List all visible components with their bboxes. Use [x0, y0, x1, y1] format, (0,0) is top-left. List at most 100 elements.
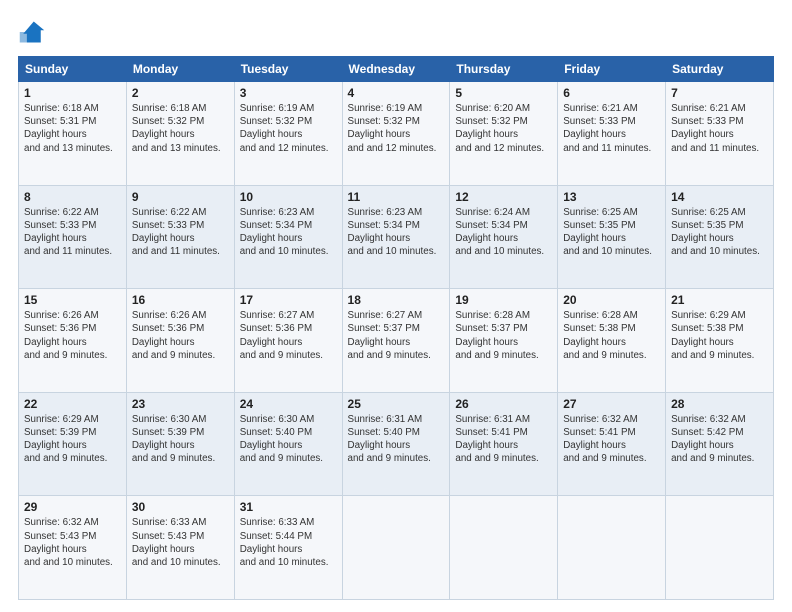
day-info: Sunrise: 6:33 AMSunset: 5:43 PMDaylight … [132, 516, 229, 569]
weekday-header-tuesday: Tuesday [234, 57, 342, 82]
weekday-header-wednesday: Wednesday [342, 57, 450, 82]
calendar-cell: 24Sunrise: 6:30 AMSunset: 5:40 PMDayligh… [234, 392, 342, 496]
calendar-cell: 19 Sunrise: 6:28 AMSunset: 5:37 PMDayligh… [450, 289, 558, 393]
calendar-cell: 25Sunrise: 6:31 AMSunset: 5:40 PMDayligh… [342, 392, 450, 496]
calendar-cell: 20 Sunrise: 6:28 AMSunset: 5:38 PMDayligh… [558, 289, 666, 393]
day-number: 23 [132, 397, 229, 411]
calendar-cell [342, 496, 450, 600]
day-number: 11 [348, 190, 445, 204]
calendar-week-row: 22 Sunrise: 6:29 AMSunset: 5:39 PMDayligh… [19, 392, 774, 496]
day-number: 13 [563, 190, 660, 204]
day-number: 8 [24, 190, 121, 204]
day-number: 10 [240, 190, 337, 204]
calendar-cell: 27 Sunrise: 6:32 AMSunset: 5:41 PMDayligh… [558, 392, 666, 496]
day-number: 20 [563, 293, 660, 307]
calendar-header-row: SundayMondayTuesdayWednesdayThursdayFrid… [19, 57, 774, 82]
calendar-cell: 23Sunrise: 6:30 AMSunset: 5:39 PMDayligh… [126, 392, 234, 496]
logo-icon [18, 18, 46, 46]
weekday-header-monday: Monday [126, 57, 234, 82]
day-number: 7 [671, 86, 768, 100]
day-info: Sunrise: 6:29 AMSunset: 5:39 PMDaylight … [24, 413, 121, 466]
day-number: 17 [240, 293, 337, 307]
calendar-cell [558, 496, 666, 600]
weekday-header-thursday: Thursday [450, 57, 558, 82]
day-info: Sunrise: 6:25 AMSunset: 5:35 PMDaylight … [563, 206, 660, 259]
calendar-cell: 10 Sunrise: 6:23 AMSunset: 5:34 PMDayligh… [234, 185, 342, 289]
calendar-cell [666, 496, 774, 600]
calendar-cell: 6Sunrise: 6:21 AMSunset: 5:33 PMDaylight… [558, 82, 666, 186]
calendar-cell: 11 Sunrise: 6:23 AMSunset: 5:34 PMDayligh… [342, 185, 450, 289]
day-info: Sunrise: 6:27 AMSunset: 5:36 PMDaylight … [240, 309, 337, 362]
calendar-cell: 8 Sunrise: 6:22 AMSunset: 5:33 PMDaylight… [19, 185, 127, 289]
weekday-header-sunday: Sunday [19, 57, 127, 82]
day-number: 29 [24, 500, 121, 514]
day-info: Sunrise: 6:32 AMSunset: 5:42 PMDaylight … [671, 413, 768, 466]
day-number: 19 [455, 293, 552, 307]
day-info: Sunrise: 6:22 AMSunset: 5:33 PMDaylight … [132, 206, 229, 259]
calendar-cell: 1Sunrise: 6:18 AMSunset: 5:31 PMDaylight… [19, 82, 127, 186]
day-info: Sunrise: 6:26 AMSunset: 5:36 PMDaylight … [24, 309, 121, 362]
day-number: 5 [455, 86, 552, 100]
day-number: 16 [132, 293, 229, 307]
calendar-week-row: 29 Sunrise: 6:32 AMSunset: 5:43 PMDayligh… [19, 496, 774, 600]
day-info: Sunrise: 6:26 AMSunset: 5:36 PMDaylight … [132, 309, 229, 362]
weekday-header-friday: Friday [558, 57, 666, 82]
day-info: Sunrise: 6:29 AMSunset: 5:38 PMDaylight … [671, 309, 768, 362]
calendar-cell: 21 Sunrise: 6:29 AMSunset: 5:38 PMDayligh… [666, 289, 774, 393]
day-info: Sunrise: 6:33 AMSunset: 5:44 PMDaylight … [240, 516, 337, 569]
calendar-cell: 2 Sunrise: 6:18 AMSunset: 5:32 PMDaylight… [126, 82, 234, 186]
calendar-cell: 15 Sunrise: 6:26 AMSunset: 5:36 PMDayligh… [19, 289, 127, 393]
day-number: 25 [348, 397, 445, 411]
page: SundayMondayTuesdayWednesdayThursdayFrid… [0, 0, 792, 612]
day-number: 18 [348, 293, 445, 307]
day-info: Sunrise: 6:20 AMSunset: 5:32 PMDaylight … [455, 102, 552, 155]
day-info: Sunrise: 6:23 AMSunset: 5:34 PMDaylight … [240, 206, 337, 259]
day-number: 21 [671, 293, 768, 307]
day-number: 31 [240, 500, 337, 514]
day-info: Sunrise: 6:27 AMSunset: 5:37 PMDaylight … [348, 309, 445, 362]
day-info: Sunrise: 6:31 AMSunset: 5:41 PMDaylight … [455, 413, 552, 466]
day-info: Sunrise: 6:19 AMSunset: 5:32 PMDaylight … [348, 102, 445, 155]
calendar-table: SundayMondayTuesdayWednesdayThursdayFrid… [18, 56, 774, 600]
day-number: 28 [671, 397, 768, 411]
day-info: Sunrise: 6:32 AMSunset: 5:43 PMDaylight … [24, 516, 121, 569]
day-info: Sunrise: 6:22 AMSunset: 5:33 PMDaylight … [24, 206, 121, 259]
calendar-cell: 5 Sunrise: 6:20 AMSunset: 5:32 PMDaylight… [450, 82, 558, 186]
day-info: Sunrise: 6:28 AMSunset: 5:38 PMDaylight … [563, 309, 660, 362]
weekday-header-saturday: Saturday [666, 57, 774, 82]
day-number: 1 [24, 86, 121, 100]
calendar-cell: 12Sunrise: 6:24 AMSunset: 5:34 PMDayligh… [450, 185, 558, 289]
calendar-cell: 4 Sunrise: 6:19 AMSunset: 5:32 PMDaylight… [342, 82, 450, 186]
day-number: 2 [132, 86, 229, 100]
day-info: Sunrise: 6:23 AMSunset: 5:34 PMDaylight … [348, 206, 445, 259]
logo [18, 18, 50, 46]
calendar-cell: 13 Sunrise: 6:25 AMSunset: 5:35 PMDayligh… [558, 185, 666, 289]
calendar-cell: 31 Sunrise: 6:33 AMSunset: 5:44 PMDayligh… [234, 496, 342, 600]
calendar-cell: 16 Sunrise: 6:26 AMSunset: 5:36 PMDayligh… [126, 289, 234, 393]
calendar-cell: 17 Sunrise: 6:27 AMSunset: 5:36 PMDayligh… [234, 289, 342, 393]
calendar-cell: 22 Sunrise: 6:29 AMSunset: 5:39 PMDayligh… [19, 392, 127, 496]
calendar-cell: 9Sunrise: 6:22 AMSunset: 5:33 PMDaylight… [126, 185, 234, 289]
day-number: 30 [132, 500, 229, 514]
day-info: Sunrise: 6:32 AMSunset: 5:41 PMDaylight … [563, 413, 660, 466]
calendar-week-row: 8 Sunrise: 6:22 AMSunset: 5:33 PMDaylight… [19, 185, 774, 289]
day-number: 14 [671, 190, 768, 204]
day-number: 4 [348, 86, 445, 100]
calendar-cell: 7 Sunrise: 6:21 AMSunset: 5:33 PMDaylight… [666, 82, 774, 186]
calendar-week-row: 15 Sunrise: 6:26 AMSunset: 5:36 PMDayligh… [19, 289, 774, 393]
day-number: 15 [24, 293, 121, 307]
day-number: 6 [563, 86, 660, 100]
day-number: 24 [240, 397, 337, 411]
day-info: Sunrise: 6:24 AMSunset: 5:34 PMDaylight … [455, 206, 552, 259]
day-number: 22 [24, 397, 121, 411]
day-info: Sunrise: 6:21 AMSunset: 5:33 PMDaylight … [671, 102, 768, 155]
calendar-cell: 14Sunrise: 6:25 AMSunset: 5:35 PMDayligh… [666, 185, 774, 289]
day-info: Sunrise: 6:28 AMSunset: 5:37 PMDaylight … [455, 309, 552, 362]
calendar-cell: 3Sunrise: 6:19 AMSunset: 5:32 PMDaylight… [234, 82, 342, 186]
day-info: Sunrise: 6:18 AMSunset: 5:32 PMDaylight … [132, 102, 229, 155]
day-number: 27 [563, 397, 660, 411]
calendar-week-row: 1Sunrise: 6:18 AMSunset: 5:31 PMDaylight… [19, 82, 774, 186]
calendar-cell: 18 Sunrise: 6:27 AMSunset: 5:37 PMDayligh… [342, 289, 450, 393]
day-number: 3 [240, 86, 337, 100]
calendar-cell: 26Sunrise: 6:31 AMSunset: 5:41 PMDayligh… [450, 392, 558, 496]
